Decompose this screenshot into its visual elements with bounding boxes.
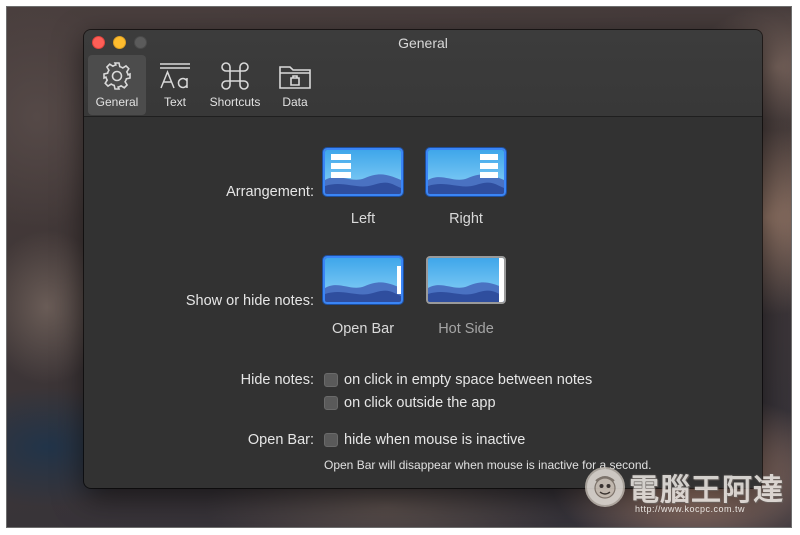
show-hide-label: Show or hide notes: — [185, 293, 314, 309]
open-bar-label: Open Bar: — [247, 432, 314, 448]
window-title: General — [398, 35, 448, 51]
watermark-text: 電腦王阿達 — [629, 474, 784, 507]
general-settings-panel: Arrangement: Left Right Show or hide not… — [84, 117, 762, 488]
arrangement-right-caption: Right — [449, 211, 483, 227]
site-watermark: 電腦王阿達 — [585, 465, 784, 509]
arrangement-right-option[interactable] — [426, 148, 506, 196]
mascot-logo-icon — [585, 467, 625, 507]
watermark-url: http://www.kocpc.com.tw — [635, 504, 746, 514]
tab-general[interactable]: General — [88, 55, 146, 115]
tab-text[interactable]: Text — [146, 55, 204, 115]
command-icon — [219, 59, 251, 93]
tab-shortcuts-label: Shortcuts — [209, 95, 261, 109]
hot-side-option[interactable] — [426, 256, 506, 304]
folder-icon — [278, 59, 312, 93]
tab-data[interactable]: Data — [266, 55, 324, 115]
hide-on-outside-click-option[interactable]: on click outside the app — [324, 395, 496, 411]
preferences-toolbar: General Text Shortcuts Data — [88, 55, 324, 115]
text-format-icon — [159, 59, 191, 93]
hide-on-outside-click-checkbox[interactable] — [324, 396, 338, 410]
hot-side-caption: Hot Side — [438, 321, 494, 337]
arrangement-left-caption: Left — [350, 211, 376, 227]
preferences-window: General General Text Shortcuts Data Arra… — [84, 30, 762, 488]
tab-data-label: Data — [282, 95, 308, 109]
hide-on-empty-space-checkbox[interactable] — [324, 373, 338, 387]
gear-icon — [102, 59, 132, 93]
open-bar-caption: Open Bar — [331, 321, 395, 337]
hide-notes-label: Hide notes: — [240, 372, 314, 388]
tab-shortcuts[interactable]: Shortcuts — [204, 55, 266, 115]
tab-text-label: Text — [163, 95, 186, 109]
hide-when-inactive-checkbox[interactable] — [324, 433, 338, 447]
arrangement-left-option[interactable] — [323, 148, 403, 196]
hide-on-empty-space-text: on click in empty space between notes — [344, 372, 593, 388]
arrangement-label: Arrangement: — [226, 184, 314, 200]
hide-on-outside-click-text: on click outside the app — [344, 395, 496, 411]
hide-when-inactive-text: hide when mouse is inactive — [344, 432, 526, 448]
window-titlebar: General General Text Shortcuts Data — [84, 30, 762, 117]
hide-when-inactive-option[interactable]: hide when mouse is inactive — [324, 432, 525, 448]
tab-general-label: General — [95, 95, 139, 109]
hide-on-empty-space-option[interactable]: on click in empty space between notes — [324, 372, 592, 388]
desktop-background: General General Text Shortcuts Data Arra… — [6, 6, 792, 528]
open-bar-option[interactable] — [323, 256, 403, 304]
